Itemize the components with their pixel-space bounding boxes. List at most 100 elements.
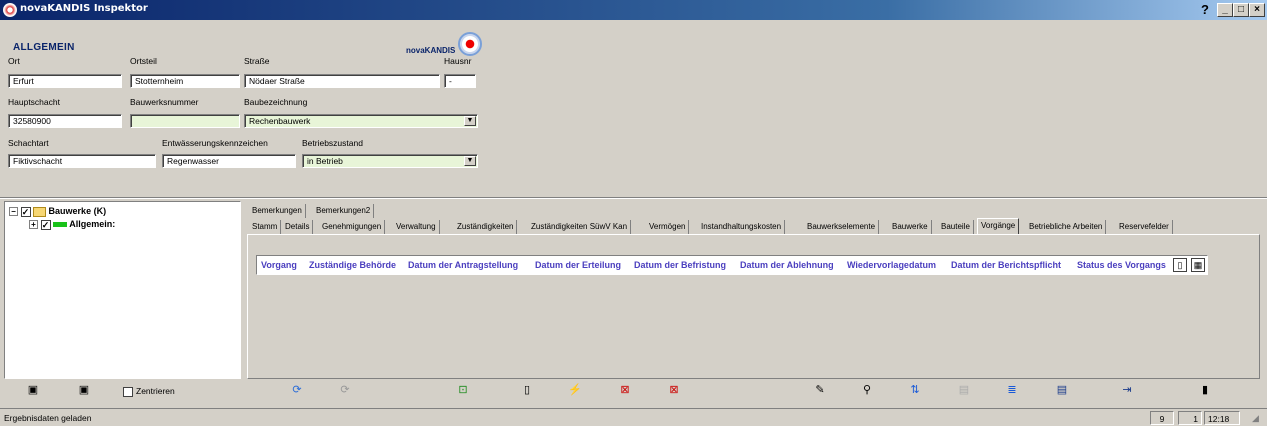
hauptschacht-label: Hauptschacht (8, 97, 60, 107)
minimize-button[interactable]: _ (1217, 3, 1233, 17)
status-count-2: 1 (1178, 411, 1202, 425)
export-icon[interactable]: ⊠ (616, 382, 634, 400)
tab-vorgaenge[interactable]: Vorgänge (977, 218, 1020, 235)
strasse-label: Straße (244, 56, 270, 66)
close-button[interactable]: × (1249, 3, 1265, 17)
close-icon[interactable]: ▮ (1196, 382, 1214, 400)
title-bar: novaKANDIS Inspektor ? _ □ × (0, 0, 1267, 20)
search-icon[interactable]: ⚲ (858, 382, 876, 400)
tab-instandhaltungskosten[interactable]: Instandhaltungskosten (698, 220, 786, 234)
baubezeichnung-value: Rechenbauwerk (249, 116, 311, 126)
column-header[interactable]: Datum der Berichtspflicht (951, 260, 1061, 270)
edit-icon[interactable]: ✎ (811, 382, 829, 400)
tree-child-label: Allgemein: (69, 219, 116, 229)
entwaesserung-field[interactable]: Regenwasser (162, 154, 296, 168)
panel-divider (0, 197, 1267, 199)
checkbox-checked-icon[interactable]: ✓ (40, 219, 51, 230)
maximize-button[interactable]: □ (1233, 3, 1249, 17)
tabs-row-1: Bemerkungen Bemerkungen2 (247, 204, 1260, 218)
zentrieren-checkbox[interactable]: Zentrieren (123, 386, 175, 397)
strasse-field[interactable]: Nödaer Straße (244, 74, 440, 88)
vorgaenge-panel: Vorgang Zuständige Behörde Datum der Ant… (247, 234, 1260, 379)
tab-bemerkungen2[interactable]: Bemerkungen2 (313, 204, 375, 218)
baubezeichnung-select[interactable]: Rechenbauwerk ▼ (244, 114, 478, 128)
ort-field[interactable]: Erfurt (8, 74, 122, 88)
tree-node-root[interactable]: − ✓ Bauwerke (K) (9, 206, 106, 218)
ortsteil-field[interactable]: Stotternheim (130, 74, 240, 88)
bauwerksnummer-label: Bauwerksnummer (130, 97, 199, 107)
entwaesserung-label: Entwässerungskennzeichen (162, 138, 268, 148)
disabled-icon: ▤ (958, 384, 970, 396)
column-header[interactable]: Datum der Erteilung (535, 260, 621, 270)
tab-bauwerke[interactable]: Bauwerke (889, 220, 932, 234)
column-header[interactable]: Datum der Befristung (634, 260, 726, 270)
ort-label: Ort (8, 56, 20, 66)
tab-stamm[interactable]: Stamm (249, 220, 282, 234)
sort-icon[interactable]: ⇅ (906, 382, 924, 400)
delete-icon[interactable]: ⊠ (665, 382, 683, 400)
chevron-down-icon[interactable]: ▼ (464, 156, 476, 166)
tree-node-child[interactable]: + ✓ Allgemein: (29, 219, 115, 231)
column-header[interactable]: Wiedervorlagedatum (847, 260, 936, 270)
column-header[interactable]: Datum der Ablehnung (740, 260, 834, 270)
collapse-icon[interactable]: − (9, 207, 18, 217)
tab-bauwerkselemente[interactable]: Bauwerkselemente (804, 220, 880, 234)
hausnr-label: Hausnr (444, 56, 472, 66)
tab-vermoegen[interactable]: Vermögen (646, 220, 690, 234)
column-header[interactable]: Datum der Antragstellung (408, 260, 518, 270)
schachtart-label: Schachtart (8, 138, 49, 148)
chevron-down-icon[interactable]: ▼ (464, 116, 476, 126)
bauwerksnummer-field[interactable] (130, 114, 240, 128)
wand-icon[interactable]: ⚡ (566, 382, 584, 400)
list-edit-icon[interactable]: ≣ (1003, 382, 1021, 400)
tab-bemerkungen[interactable]: Bemerkungen (249, 204, 306, 218)
status-time: 12:18 (1204, 411, 1240, 425)
logo-text: novaKANDIS (406, 46, 456, 55)
checkbox-icon[interactable] (123, 386, 133, 397)
checkbox-checked-icon[interactable]: ✓ (20, 206, 31, 217)
tab-zustaendigkeiten[interactable]: Zuständigkeiten (454, 220, 518, 234)
tree-view[interactable]: − ✓ Bauwerke (K) + ✓ Allgemein: (4, 201, 241, 379)
betriebszustand-value: in Betrieb (307, 156, 343, 166)
tab-genehmigungen[interactable]: Genehmigungen (319, 220, 386, 234)
save-icon[interactable]: ▤ (1053, 382, 1071, 400)
schachtart-field[interactable]: Fiktivschacht (8, 154, 156, 168)
tab-verwaltung[interactable]: Verwaltung (393, 220, 440, 234)
exit-icon[interactable]: ⇥ (1118, 382, 1136, 400)
bottom-toolbar: ▣ ▣ Zentrieren ⟳ ⟳ ⊡ ▯ ⚡ ⊠ ⊠ ✎ ⚲ ⇅ ▤ ≣ ▤… (0, 381, 1267, 405)
tab-betriebliche-arbeiten[interactable]: Betriebliche Arbeiten (1026, 220, 1107, 234)
section-title: ALLGEMEIN (13, 42, 75, 53)
map2-icon[interactable]: ▣ (75, 382, 93, 400)
status-green-icon (53, 222, 68, 228)
resize-grip-icon[interactable]: ◢ (1252, 413, 1259, 424)
tab-zustaendigkeiten-suewv[interactable]: Zuständigkeiten SüwV Kan (528, 220, 632, 234)
logo-icon (458, 32, 482, 56)
column-header[interactable]: Zuständige Behörde (309, 260, 396, 270)
tab-bauteile[interactable]: Bauteile (938, 220, 974, 234)
column-header[interactable]: Status des Vorgangs (1077, 260, 1166, 270)
general-form-panel: ALLGEMEIN novaKANDIS Ort Erfurt Ortsteil… (4, 22, 1242, 196)
hausnr-field[interactable]: - (444, 74, 476, 88)
grid-icon[interactable]: ▦ (1191, 258, 1205, 272)
betriebszustand-select[interactable]: in Betrieb ▼ (302, 154, 478, 168)
map-icon[interactable]: ▣ (24, 382, 42, 400)
import-icon[interactable]: ⊡ (454, 382, 472, 400)
new-document-icon[interactable]: ▯ (1173, 258, 1187, 272)
refresh-disabled-icon: ⟳ (340, 384, 350, 396)
betriebszustand-label: Betriebszustand (302, 138, 363, 148)
help-button[interactable]: ? (1197, 2, 1213, 18)
window-title: novaKANDIS Inspektor (20, 3, 148, 14)
ortsteil-label: Ortsteil (130, 56, 157, 66)
new-document-icon[interactable]: ▯ (518, 382, 536, 400)
tab-details[interactable]: Details (282, 220, 314, 234)
hauptschacht-field[interactable]: 32580900 (8, 114, 122, 128)
column-header[interactable]: Vorgang (261, 260, 297, 270)
app-icon (3, 3, 17, 17)
baubezeichnung-label: Baubezeichnung (244, 97, 308, 107)
expand-icon[interactable]: + (29, 220, 38, 230)
folder-icon (33, 206, 47, 217)
status-bar: Ergebnisdaten geladen 9 1 12:18 ◢ (0, 408, 1267, 426)
status-message: Ergebnisdaten geladen (4, 413, 92, 423)
refresh-icon[interactable]: ⟳ (288, 382, 306, 400)
tab-reservefelder[interactable]: Reservefelder (1116, 220, 1173, 234)
